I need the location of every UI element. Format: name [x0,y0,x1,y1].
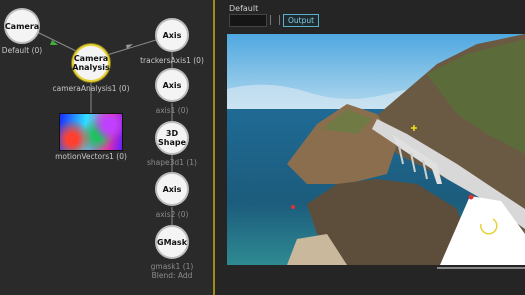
gmask-caption: gmask1 (1) [150,262,194,271]
viewer-horizontal-scroll[interactable] [437,267,525,269]
gmask-blend-caption: Blend: Add [151,271,193,280]
shape3d-node[interactable]: 3D Shape [155,121,189,155]
gmask-node[interactable]: GMask [155,225,189,259]
gmask-node-title: GMask [157,237,188,247]
axis1-node[interactable]: Axis [155,68,189,102]
motion-vectors-caption: motionVectors1 (0) [55,152,127,161]
camera-node-caption: Default (0) [1,46,43,55]
edge-camera-analysis [36,31,77,52]
camera-analysis-caption: cameraAnalysis1 (0) [52,84,130,93]
axis2-caption: axis2 (0) [155,210,189,219]
shape3d-caption: shape3d1 (1) [147,158,197,167]
trackers-axis-node-title: Axis [162,30,182,40]
camera-node[interactable]: Camera [4,8,40,44]
viewer-image[interactable] [227,34,525,265]
axis1-caption: axis1 (0) [155,106,189,115]
output-button[interactable]: Output [283,14,319,27]
viewer-split-toggle[interactable] [270,15,280,25]
axis1-node-title: Axis [162,80,182,90]
trackers-axis-node[interactable]: Axis [155,18,189,52]
viewer-title: Default [229,4,259,13]
mask-point-red [468,194,474,200]
mask-point-small [291,205,295,209]
motion-vectors-thumbnail[interactable] [59,113,123,151]
camera-analysis-node-title: Camera Analysis [72,54,110,72]
edge-analysis-axis [106,39,157,56]
node-graph-panel[interactable]: Camera Default (0) Camera Analysis camer… [0,0,213,295]
axis2-node[interactable]: Axis [155,172,189,206]
camera-analysis-node[interactable]: Camera Analysis [72,44,110,82]
shape3d-node-title: 3D Shape [157,129,186,147]
trackers-axis-caption: trackersAxis1 (0) [140,56,204,65]
axis2-node-title: Axis [162,184,182,194]
viewer-channel-field[interactable] [229,14,267,27]
camera-node-title: Camera [4,21,40,31]
